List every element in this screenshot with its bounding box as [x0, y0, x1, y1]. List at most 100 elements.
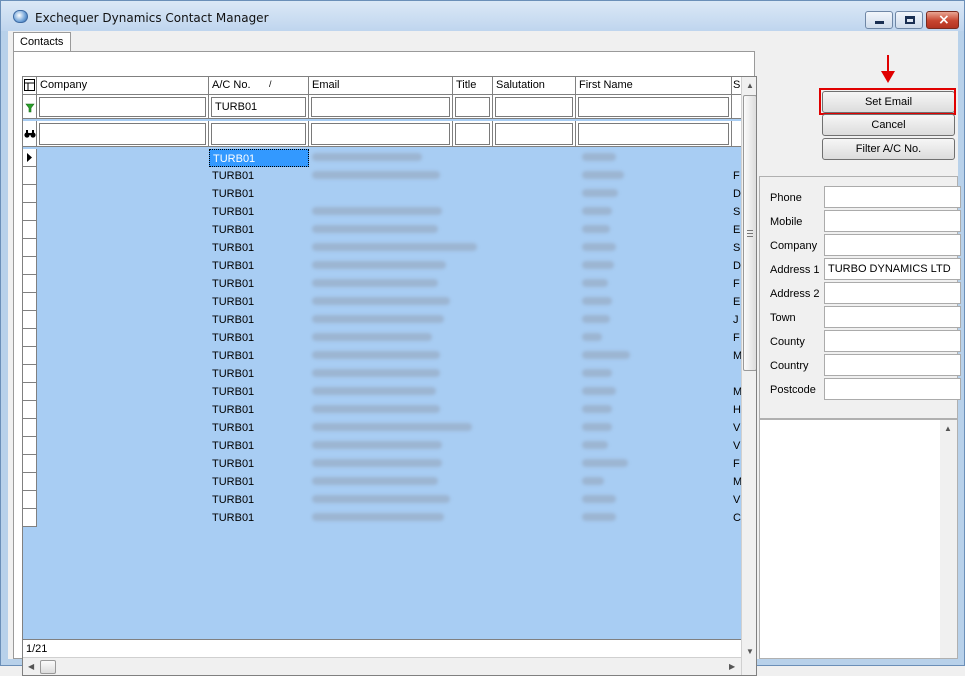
search-company-input[interactable] — [39, 123, 206, 145]
table-row[interactable]: TURB01 V — [23, 491, 743, 509]
row-indicator[interactable] — [23, 437, 37, 455]
row-indicator[interactable] — [23, 221, 37, 239]
cell-company[interactable] — [37, 167, 209, 185]
cell-email[interactable] — [309, 347, 576, 365]
table-row[interactable]: TURB01 — [23, 149, 743, 167]
cell-company[interactable] — [37, 455, 209, 473]
cell-company[interactable] — [37, 347, 209, 365]
row-indicator[interactable] — [23, 347, 37, 365]
cell-first-name[interactable] — [576, 167, 732, 185]
filter-first-name-input[interactable] — [578, 97, 729, 117]
notes-memo[interactable]: ▲ — [759, 419, 958, 659]
cell-email[interactable] — [309, 239, 576, 257]
cell-ac-no[interactable]: TURB01 — [209, 275, 309, 293]
cell-company[interactable] — [37, 221, 209, 239]
cell-company[interactable] — [37, 257, 209, 275]
cell-company[interactable] — [37, 185, 209, 203]
row-indicator[interactable] — [23, 239, 37, 257]
cell-ac-no[interactable]: TURB01 — [209, 257, 309, 275]
cell-email[interactable] — [309, 275, 576, 293]
table-row[interactable]: TURB01 — [23, 365, 743, 383]
cell-first-name[interactable] — [576, 401, 732, 419]
cell-ac-no[interactable]: TURB01 — [209, 437, 309, 455]
column-ac-no[interactable]: A/C No. / — [209, 77, 309, 95]
cell-first-name[interactable] — [576, 203, 732, 221]
row-indicator[interactable] — [23, 383, 37, 401]
postcode-field[interactable] — [824, 378, 961, 400]
cell-email[interactable] — [309, 455, 576, 473]
cell-ac-no[interactable]: TURB01 — [209, 329, 309, 347]
cell-email[interactable] — [309, 509, 576, 527]
cell-ac-no[interactable]: TURB01 — [209, 455, 309, 473]
column-title[interactable]: Title — [453, 77, 493, 95]
cell-first-name[interactable] — [576, 509, 732, 527]
cell-company[interactable] — [37, 239, 209, 257]
cell-first-name[interactable] — [576, 221, 732, 239]
search-salutation-input[interactable] — [495, 123, 573, 145]
cell-email[interactable] — [309, 293, 576, 311]
cell-first-name[interactable] — [576, 293, 732, 311]
cell-company[interactable] — [37, 401, 209, 419]
cell-first-name[interactable] — [576, 383, 732, 401]
cell-company[interactable] — [37, 437, 209, 455]
column-chooser-icon[interactable] — [23, 77, 37, 95]
horizontal-scroll-thumb[interactable] — [40, 660, 56, 674]
search-ac-no-input[interactable] — [211, 123, 306, 145]
cell-ac-no[interactable]: TURB01 — [209, 221, 309, 239]
table-row[interactable]: TURB01 V — [23, 419, 743, 437]
table-row[interactable]: TURB01 D — [23, 185, 743, 203]
cell-email[interactable] — [309, 419, 576, 437]
notes-scroll-up-icon[interactable]: ▲ — [944, 424, 952, 433]
cell-ac-no[interactable]: TURB01 — [209, 239, 309, 257]
cell-email[interactable] — [309, 167, 576, 185]
cell-first-name[interactable] — [576, 257, 732, 275]
table-row[interactable]: TURB01 M — [23, 473, 743, 491]
cell-email[interactable] — [309, 149, 576, 167]
table-row[interactable]: TURB01 E — [23, 221, 743, 239]
address1-field[interactable]: TURBO DYNAMICS LTD — [824, 258, 961, 280]
cell-ac-no[interactable]: TURB01 — [209, 383, 309, 401]
column-company[interactable]: Company — [37, 77, 209, 95]
search-email-input[interactable] — [311, 123, 450, 145]
cell-first-name[interactable] — [576, 365, 732, 383]
scroll-left-icon[interactable]: ◀ — [28, 662, 34, 671]
cell-email[interactable] — [309, 185, 576, 203]
table-row[interactable]: TURB01 J — [23, 311, 743, 329]
cell-ac-no[interactable]: TURB01 — [209, 491, 309, 509]
cell-ac-no[interactable]: TURB01 — [209, 473, 309, 491]
scroll-down-icon[interactable]: ▼ — [746, 647, 754, 656]
table-row[interactable]: TURB01 M — [23, 347, 743, 365]
cell-ac-no[interactable]: TURB01 — [209, 149, 309, 167]
cell-ac-no[interactable]: TURB01 — [209, 203, 309, 221]
table-row[interactable]: TURB01 E — [23, 293, 743, 311]
town-field[interactable] — [824, 306, 961, 328]
county-field[interactable] — [824, 330, 961, 352]
table-row[interactable]: TURB01 F — [23, 455, 743, 473]
row-indicator[interactable] — [23, 365, 37, 383]
tab-contacts[interactable]: Contacts — [13, 32, 71, 52]
country-field[interactable] — [824, 354, 961, 376]
row-indicator[interactable] — [23, 455, 37, 473]
cell-first-name[interactable] — [576, 149, 732, 167]
row-indicator[interactable] — [23, 149, 37, 167]
cell-company[interactable] — [37, 419, 209, 437]
row-indicator[interactable] — [23, 329, 37, 347]
cell-email[interactable] — [309, 257, 576, 275]
filter-company-input[interactable] — [39, 97, 206, 117]
table-row[interactable]: TURB01 M — [23, 383, 743, 401]
cell-first-name[interactable] — [576, 419, 732, 437]
search-first-name-input[interactable] — [578, 123, 729, 145]
row-indicator[interactable] — [23, 401, 37, 419]
table-row[interactable]: TURB01 S — [23, 239, 743, 257]
cell-email[interactable] — [309, 491, 576, 509]
row-indicator[interactable] — [23, 311, 37, 329]
row-indicator[interactable] — [23, 275, 37, 293]
cell-ac-no[interactable]: TURB01 — [209, 185, 309, 203]
cell-ac-no[interactable]: TURB01 — [209, 419, 309, 437]
filter-salutation-input[interactable] — [495, 97, 573, 117]
title-bar[interactable]: Exchequer Dynamics Contact Manager × — [1, 1, 964, 31]
row-indicator[interactable] — [23, 257, 37, 275]
cell-first-name[interactable] — [576, 185, 732, 203]
row-indicator[interactable] — [23, 167, 37, 185]
row-indicator[interactable] — [23, 491, 37, 509]
